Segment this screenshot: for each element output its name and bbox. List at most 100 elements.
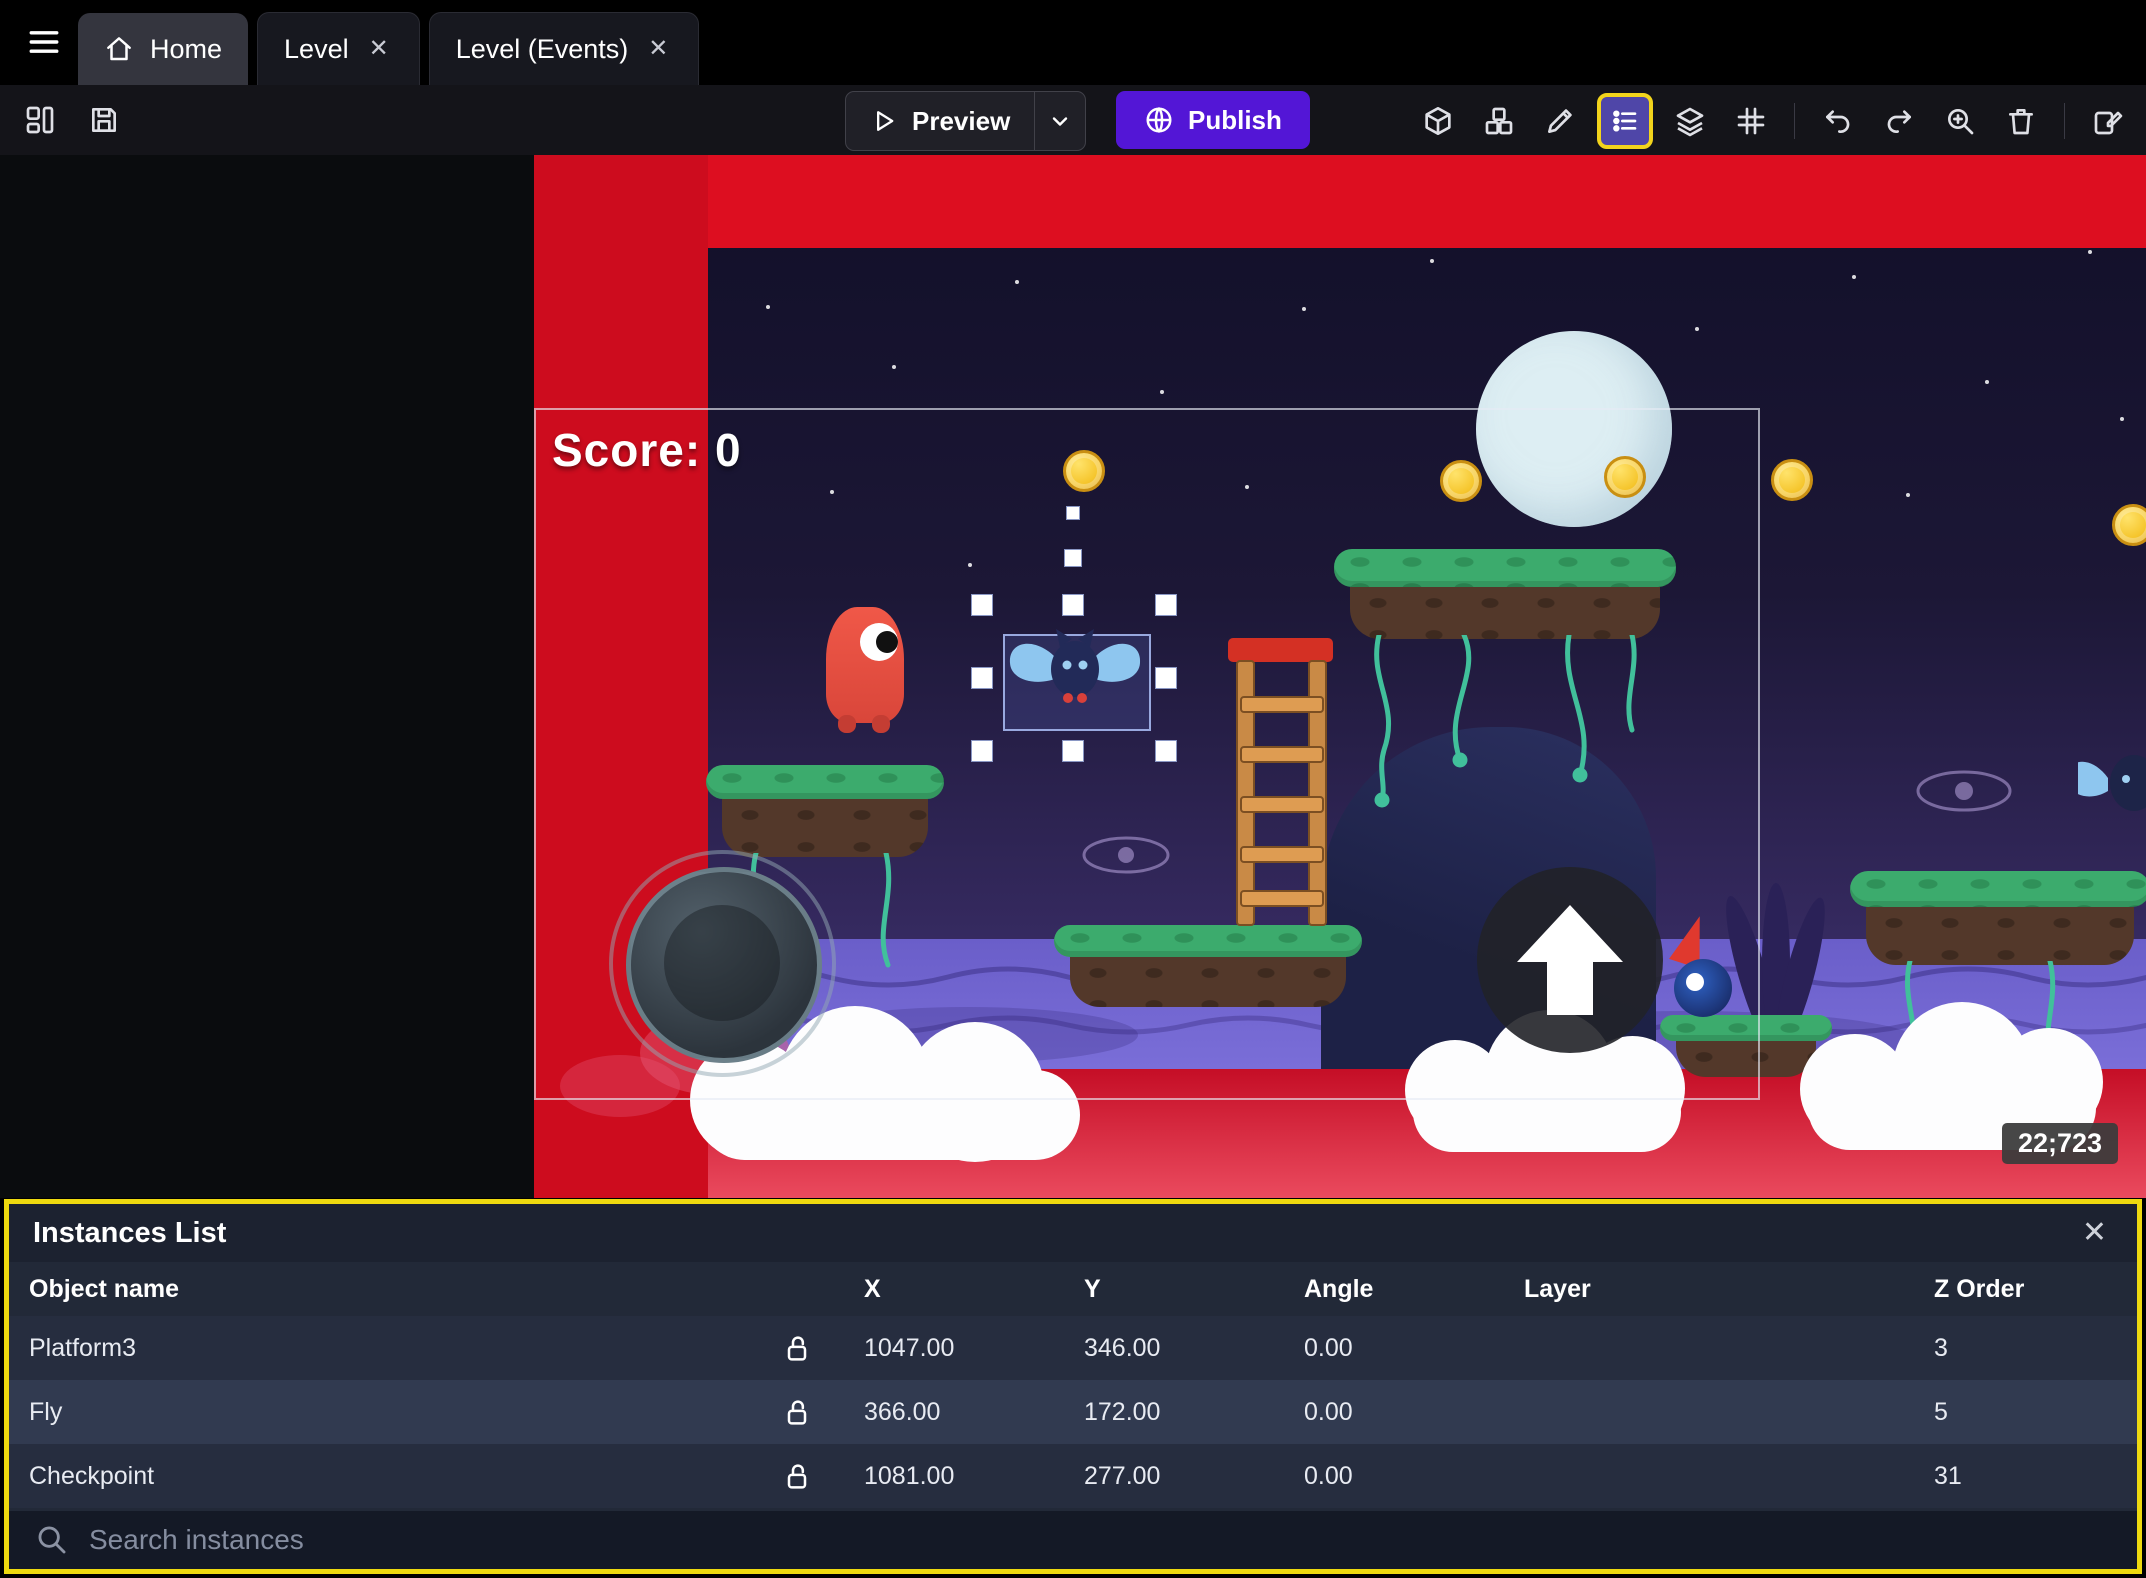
edit-scene-button[interactable] <box>2084 97 2132 145</box>
platform-instance[interactable] <box>1850 871 2146 965</box>
tab-level-events[interactable]: Level (Events) ✕ <box>428 12 700 85</box>
instances-list-icon <box>1613 110 1637 132</box>
toolbar-right-group <box>1414 93 2132 149</box>
cubes-group-icon <box>1485 107 1513 135</box>
tab-home[interactable]: Home <box>78 13 249 85</box>
selection-handle[interactable] <box>971 667 993 689</box>
col-object-name: Object name <box>29 1274 180 1303</box>
rotation-handle[interactable] <box>1066 506 1080 520</box>
layers-button[interactable] <box>1666 97 1714 145</box>
selection-handle[interactable] <box>971 594 993 616</box>
zoom-button[interactable] <box>1936 97 1984 145</box>
platform-grass <box>706 765 944 799</box>
selection-handle[interactable] <box>1062 740 1084 762</box>
coin-instance[interactable] <box>1771 459 1813 501</box>
objects-group-button[interactable] <box>1475 97 1523 145</box>
toolbar-divider <box>2064 103 2065 139</box>
coin-instance[interactable] <box>1063 450 1105 492</box>
eye-creature[interactable] <box>1078 833 1174 877</box>
delete-button[interactable] <box>1997 97 2045 145</box>
col-y: Y <box>1084 1274 1101 1303</box>
lock-toggle[interactable] <box>749 1460 844 1492</box>
instances-panel-header: Instances List ✕ <box>9 1204 2137 1262</box>
undo-button[interactable] <box>1814 97 1862 145</box>
close-tab-icon[interactable]: ✕ <box>365 35 393 63</box>
redo-button[interactable] <box>1875 97 1923 145</box>
table-row[interactable]: Fly 366.00 172.00 0.00 5 <box>9 1380 2137 1444</box>
toolbar-left-group <box>16 96 128 144</box>
col-layer: Layer <box>1524 1274 1591 1303</box>
star <box>1015 280 1019 284</box>
coin-instance[interactable] <box>1440 460 1482 502</box>
layers-icon <box>1676 107 1704 137</box>
ladder-rung <box>1240 890 1324 907</box>
cloud-base <box>1413 1072 1681 1152</box>
close-panel-icon[interactable]: ✕ <box>2076 1217 2113 1249</box>
enemy-instance[interactable] <box>1674 959 1732 1017</box>
player-pupil <box>876 631 898 653</box>
eye-creature[interactable] <box>1912 767 2016 815</box>
ladder-cap <box>1228 638 1333 662</box>
table-row[interactable]: Checkpoint 1081.00 277.00 0.00 31 <box>9 1444 2137 1508</box>
cube-icon <box>1425 107 1451 135</box>
menu-button[interactable] <box>18 22 64 62</box>
col-x: X <box>864 1274 881 1303</box>
platform-instance[interactable] <box>706 765 944 857</box>
star <box>1430 259 1434 263</box>
fly-instance[interactable] <box>2078 733 2146 829</box>
layout-grid-icon <box>26 106 54 134</box>
save-button[interactable] <box>80 96 128 144</box>
platform-instance[interactable] <box>1054 925 1362 1007</box>
star <box>1985 380 1989 384</box>
project-manager-button[interactable] <box>16 96 64 144</box>
selection-handle[interactable] <box>1155 740 1177 762</box>
platform-dirt <box>1350 587 1660 639</box>
platform-instance[interactable] <box>1334 549 1676 639</box>
platform-dirt <box>1866 907 2134 965</box>
tab-level[interactable]: Level ✕ <box>257 12 420 85</box>
fly-instance[interactable] <box>1000 617 1150 727</box>
player-instance[interactable] <box>826 607 904 733</box>
close-tab-icon[interactable]: ✕ <box>644 35 672 63</box>
publish-button[interactable]: Publish <box>1116 91 1310 149</box>
unlock-icon <box>787 1400 806 1425</box>
selection-handle[interactable] <box>1155 667 1177 689</box>
instances-list-button[interactable] <box>1597 93 1653 149</box>
selection-handle[interactable] <box>1155 594 1177 616</box>
selection-handle[interactable] <box>971 740 993 762</box>
moon[interactable] <box>1476 331 1672 527</box>
rotation-handle[interactable] <box>1064 549 1082 567</box>
star <box>968 563 972 567</box>
object-button[interactable] <box>1414 97 1462 145</box>
ladder-instance[interactable] <box>1228 638 1333 926</box>
star <box>1160 390 1164 394</box>
preview-dropdown-button[interactable] <box>1035 92 1085 150</box>
cell-object-name: Fly <box>29 1397 63 1426</box>
star <box>1245 485 1249 489</box>
cell-x: 366.00 <box>864 1397 941 1426</box>
tab-bar: Home Level ✕ Level (Events) ✕ <box>0 0 2146 85</box>
vines <box>1374 635 1637 808</box>
col-angle: Angle <box>1304 1274 1374 1303</box>
globe-icon <box>1146 107 1172 133</box>
platform-grass <box>1850 871 2146 907</box>
preview-button[interactable]: Preview <box>846 92 1034 150</box>
pink-bush <box>560 1055 680 1117</box>
star <box>892 365 896 369</box>
lock-toggle[interactable] <box>749 1332 844 1364</box>
ladder-rung <box>1240 846 1324 863</box>
coin-instance[interactable] <box>1604 456 1646 498</box>
grid-button[interactable] <box>1727 97 1775 145</box>
platform-dirt <box>1676 1041 1816 1077</box>
table-row[interactable]: Platform3 1047.00 346.00 0.00 3 <box>9 1316 2137 1380</box>
ladder-rung <box>1240 746 1324 763</box>
search-input[interactable] <box>87 1510 2137 1570</box>
preview-split-button[interactable]: Preview <box>845 91 1087 151</box>
lock-toggle[interactable] <box>749 1396 844 1428</box>
scene-canvas[interactable]: Score: 0 22;723 <box>0 155 2146 1198</box>
selection-handle[interactable] <box>1062 594 1084 616</box>
jump-button[interactable] <box>1477 867 1663 1053</box>
coin-instance[interactable] <box>2112 504 2146 546</box>
platform-dirt <box>1070 957 1346 1007</box>
edit-object-button[interactable] <box>1536 97 1584 145</box>
